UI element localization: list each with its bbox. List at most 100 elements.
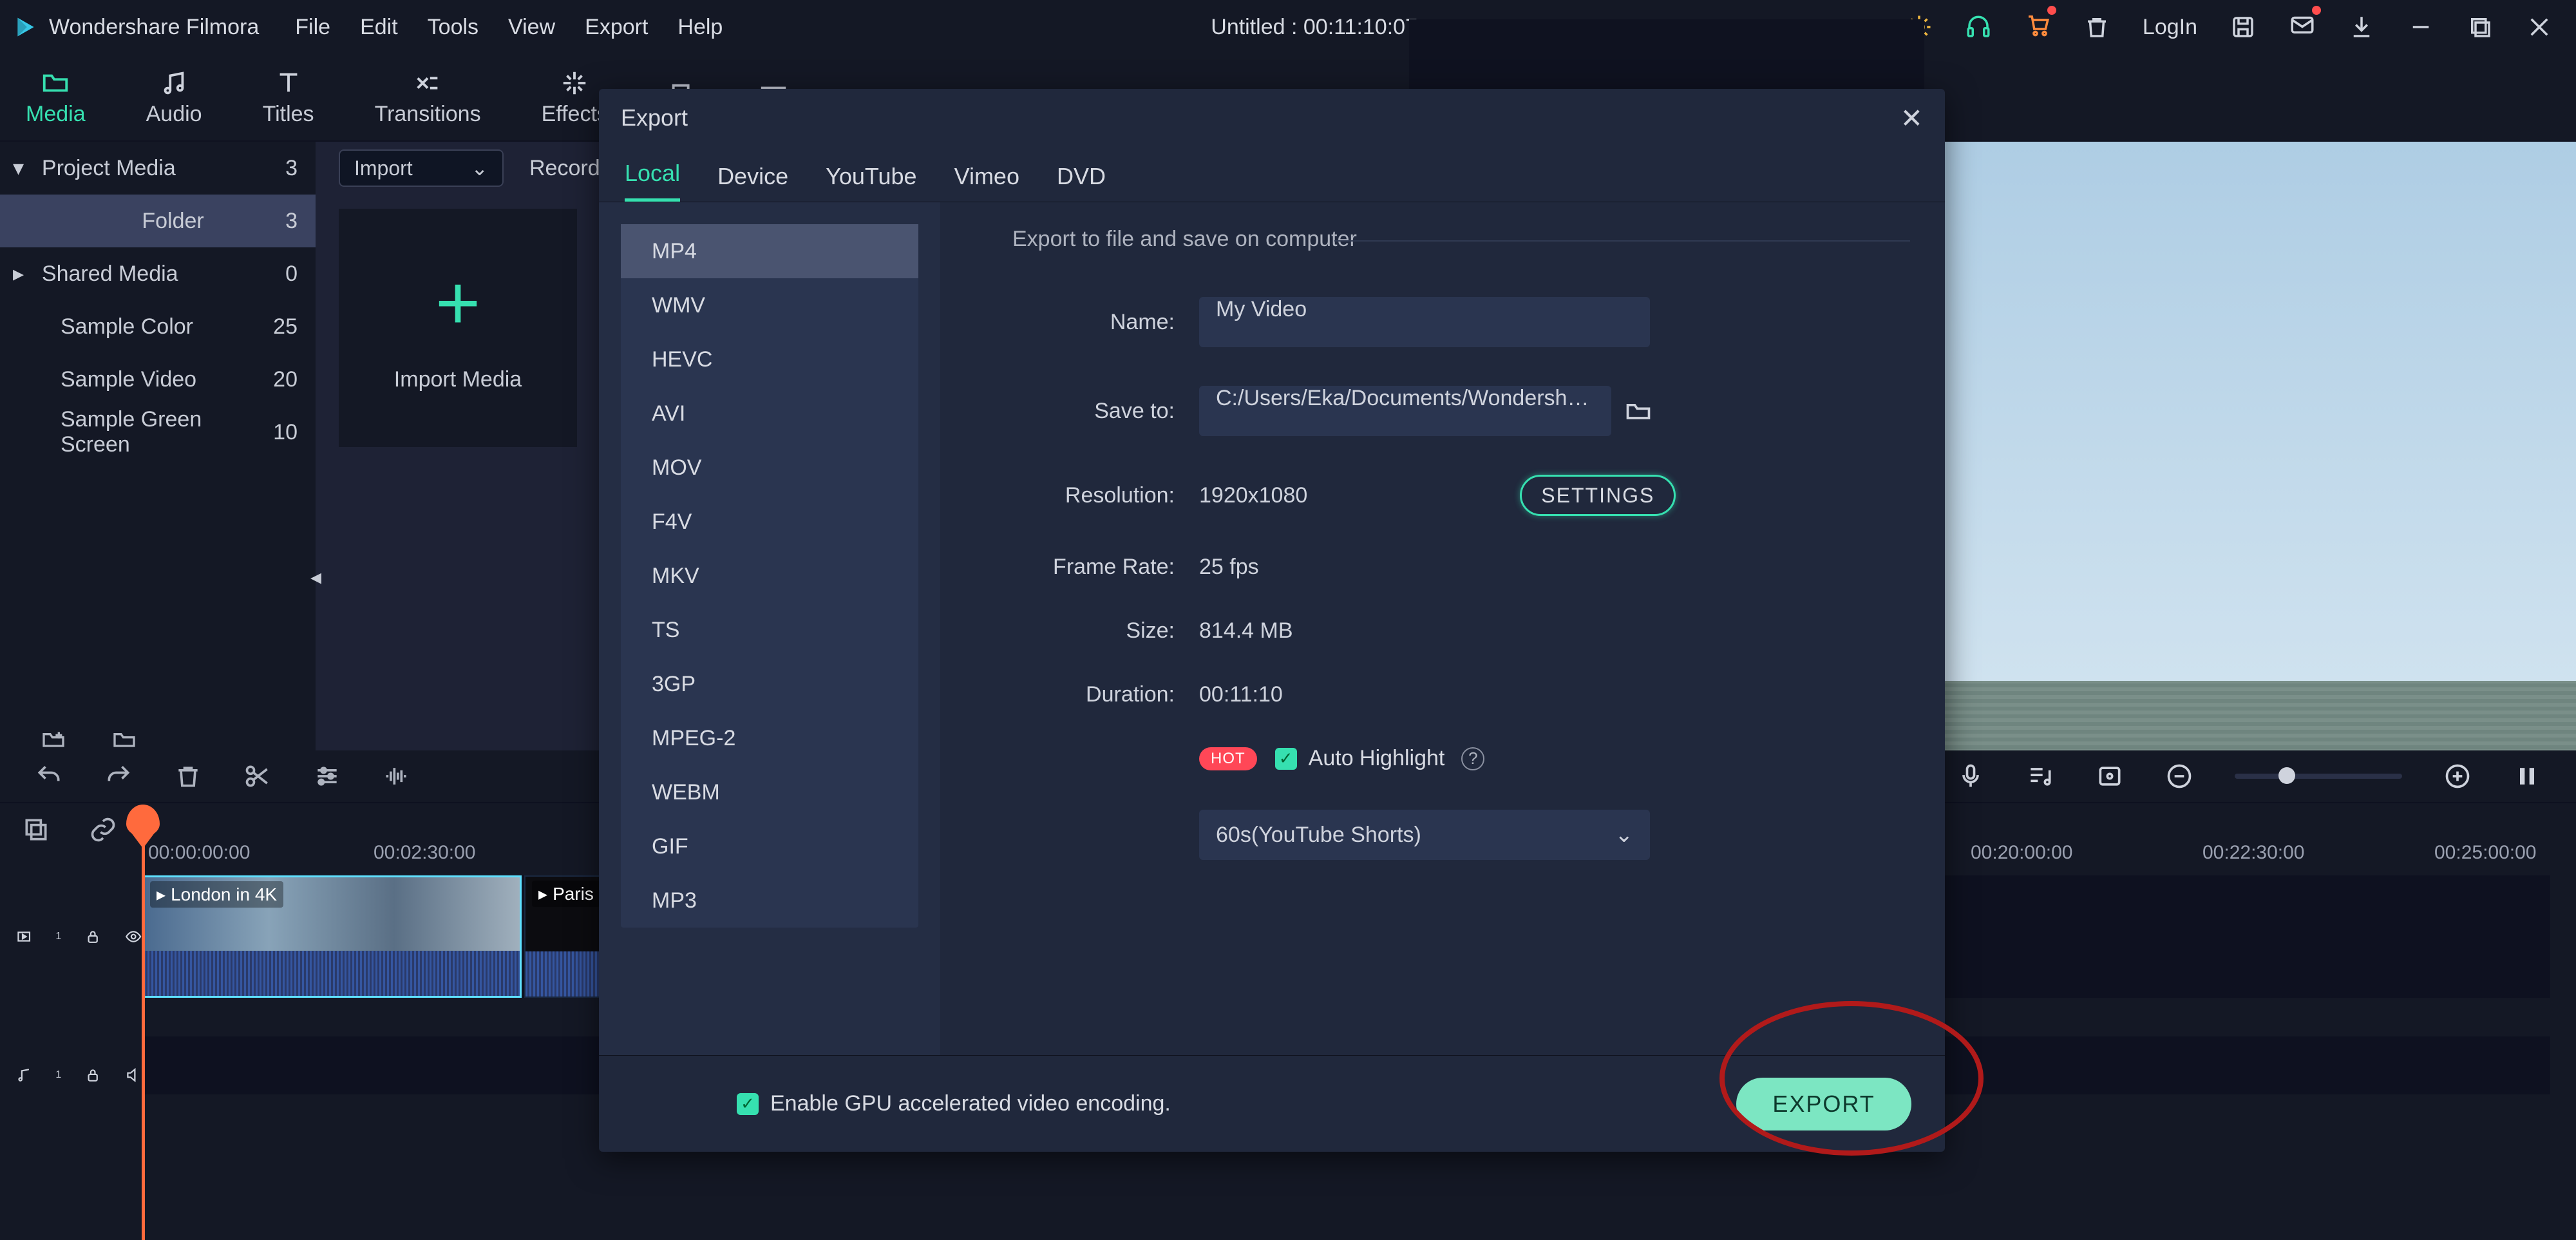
- format-mp4[interactable]: MP4: [621, 224, 918, 278]
- lock-icon[interactable]: [84, 926, 101, 948]
- format-webm[interactable]: WEBM: [621, 765, 918, 819]
- delete-icon[interactable]: [174, 762, 202, 790]
- format-mpeg2[interactable]: MPEG-2: [621, 711, 918, 765]
- music-list-icon[interactable]: [2026, 762, 2054, 790]
- app-brand: Wondershare Filmora: [0, 15, 285, 40]
- sidebar-project-media[interactable]: ▾ Project Media 3: [0, 142, 316, 195]
- zoom-slider[interactable]: [2235, 774, 2402, 779]
- video-track-num: 1: [55, 931, 61, 942]
- format-f4v[interactable]: F4V: [621, 495, 918, 549]
- marker-icon[interactable]: [2096, 762, 2124, 790]
- size-value: 814.4 MB: [1199, 618, 1293, 644]
- redo-icon[interactable]: [104, 762, 133, 790]
- sidebar-folder[interactable]: Folder 3: [0, 195, 316, 247]
- browse-folder-icon[interactable]: [1623, 397, 1654, 425]
- maximize-icon[interactable]: [2467, 14, 2494, 41]
- tab-titles[interactable]: Titles: [263, 68, 314, 127]
- shorts-dropdown[interactable]: 60s(YouTube Shorts) ⌄: [1199, 810, 1650, 860]
- timeline-clip-1[interactable]: ▸London in 4K: [142, 875, 522, 998]
- tab-effects[interactable]: Effects: [542, 68, 608, 127]
- playhead[interactable]: [142, 841, 145, 1240]
- audio-track-icon: [15, 1064, 32, 1086]
- export-tab-device[interactable]: Device: [717, 163, 788, 202]
- export-tab-dvd[interactable]: DVD: [1057, 163, 1106, 202]
- export-tab-youtube[interactable]: YouTube: [826, 163, 916, 202]
- menu-file[interactable]: File: [295, 15, 330, 40]
- duplicate-icon[interactable]: [22, 816, 50, 844]
- format-hevc[interactable]: HEVC: [621, 332, 918, 386]
- format-mkv[interactable]: MKV: [621, 549, 918, 603]
- name-input[interactable]: My Video: [1199, 297, 1650, 347]
- close-icon[interactable]: [2526, 14, 2553, 41]
- video-track-header[interactable]: 1: [0, 875, 142, 998]
- export-tab-local[interactable]: Local: [625, 160, 680, 202]
- format-mov[interactable]: MOV: [621, 441, 918, 495]
- format-mp3[interactable]: MP3: [621, 873, 918, 928]
- sidebar-shared-media[interactable]: ▸ Shared Media 0: [0, 247, 316, 300]
- tab-effects-label: Effects: [542, 102, 608, 127]
- resolution-label: Resolution:: [1012, 483, 1199, 508]
- import-dropdown[interactable]: Import ⌄: [339, 149, 504, 187]
- sidebar-sample-color[interactable]: Sample Color 25: [0, 300, 316, 353]
- folder-open-icon[interactable]: [109, 727, 139, 752]
- tab-transitions[interactable]: Transitions: [375, 68, 481, 127]
- login-button[interactable]: LogIn: [2143, 15, 2197, 40]
- tab-media[interactable]: Media: [26, 68, 86, 127]
- sliders-icon[interactable]: [313, 762, 341, 790]
- transition-icon: [413, 68, 442, 98]
- export-tab-vimeo[interactable]: Vimeo: [954, 163, 1019, 202]
- scissors-icon[interactable]: [243, 762, 272, 790]
- export-tabs: Local Device YouTube Vimeo DVD: [599, 147, 1945, 202]
- sidebar-project-media-label: Project Media: [42, 156, 176, 180]
- audio-track-header[interactable]: 1: [0, 1036, 142, 1114]
- sidebar-folder-label: Folder: [61, 209, 285, 234]
- menu-export[interactable]: Export: [585, 15, 648, 40]
- gpu-checkbox[interactable]: ✓: [737, 1093, 759, 1115]
- sidebar-sample-green[interactable]: Sample Green Screen 10: [0, 406, 316, 459]
- settings-button[interactable]: SETTINGS: [1520, 475, 1676, 516]
- import-media-tile[interactable]: + Import Media: [339, 209, 577, 447]
- record-button[interactable]: Record: [529, 156, 600, 181]
- new-folder-icon[interactable]: [39, 727, 68, 752]
- waveform-icon[interactable]: [383, 762, 411, 790]
- download-icon[interactable]: [2348, 14, 2375, 41]
- eye-icon[interactable]: [125, 926, 142, 948]
- trash-icon[interactable]: [2083, 14, 2110, 41]
- format-ts[interactable]: TS: [621, 603, 918, 657]
- headset-icon[interactable]: [1965, 14, 1992, 41]
- undo-icon[interactable]: [35, 762, 63, 790]
- menu-help[interactable]: Help: [677, 15, 723, 40]
- timeline-clip-2[interactable]: ▸Paris: [524, 875, 601, 998]
- lock-icon[interactable]: [84, 1064, 101, 1086]
- help-icon[interactable]: ?: [1461, 747, 1484, 770]
- ruler-t1: 00:02:30:00: [374, 842, 475, 863]
- format-gif[interactable]: GIF: [621, 819, 918, 873]
- save-icon[interactable]: [2230, 14, 2257, 41]
- menu-edit[interactable]: Edit: [360, 15, 398, 40]
- minimize-icon[interactable]: [2407, 14, 2434, 41]
- microphone-icon[interactable]: [1956, 762, 1985, 790]
- link-icon[interactable]: [89, 816, 117, 844]
- resolution-value: 1920x1080: [1199, 483, 1307, 508]
- filmora-logo-icon: [14, 15, 37, 39]
- speaker-icon[interactable]: [125, 1064, 142, 1086]
- export-button[interactable]: EXPORT: [1736, 1078, 1911, 1130]
- format-3gp[interactable]: 3GP: [621, 657, 918, 711]
- dialog-close-button[interactable]: ✕: [1900, 102, 1923, 134]
- menu-view[interactable]: View: [508, 15, 555, 40]
- cart-button[interactable]: [2024, 11, 2051, 44]
- save-path-input[interactable]: C:/Users/Eka/Documents/Wondershare/Wo: [1199, 386, 1611, 436]
- format-wmv[interactable]: WMV: [621, 278, 918, 332]
- zoom-out-icon[interactable]: [2165, 762, 2193, 790]
- tab-audio[interactable]: Audio: [146, 68, 202, 127]
- import-dropdown-label: Import: [354, 157, 413, 180]
- format-avi[interactable]: AVI: [621, 386, 918, 441]
- chevron-down-icon: ⌄: [471, 156, 488, 180]
- zoom-in-icon[interactable]: [2443, 762, 2472, 790]
- sidebar-sample-video[interactable]: Sample Video 20: [0, 353, 316, 406]
- message-button[interactable]: [2289, 11, 2316, 44]
- play-pause-icon[interactable]: [2513, 762, 2541, 790]
- auto-highlight-checkbox[interactable]: ✓: [1275, 748, 1297, 770]
- collapse-sidebar-button[interactable]: ◂: [310, 564, 321, 590]
- menu-tools[interactable]: Tools: [428, 15, 478, 40]
